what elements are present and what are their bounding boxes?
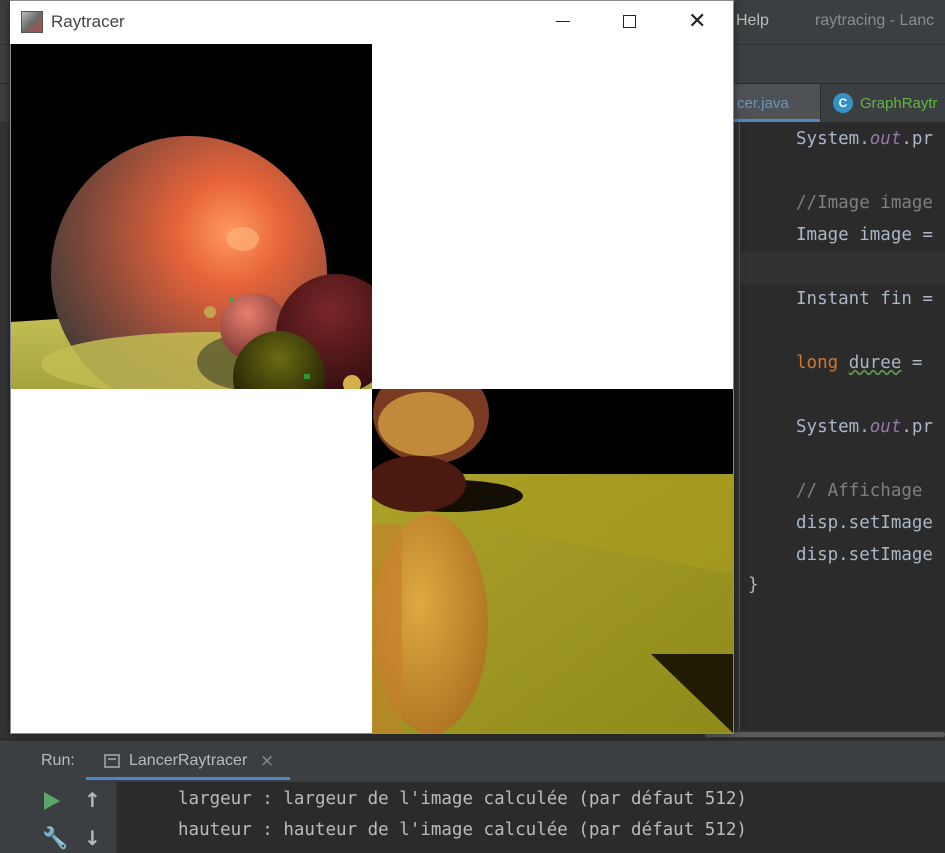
raytraced-image [11, 44, 733, 733]
close-icon[interactable]: × [260, 751, 274, 771]
console-line: largeur : largeur de l'image calculée (p… [178, 789, 747, 809]
wrench-icon[interactable]: 🔧 [42, 826, 68, 851]
maximize-icon[interactable] [623, 15, 636, 28]
code-line: long duree = [796, 353, 923, 373]
tab-label[interactable]: cer.java [737, 95, 789, 112]
current-line-highlight [740, 252, 945, 284]
code-editor[interactable]: System.out.pr //Image image Image image = I… [740, 122, 945, 737]
up-arrow-icon[interactable]: ↑ [84, 788, 101, 812]
code-line: // Affichage [796, 481, 923, 501]
java-app-icon [21, 11, 43, 33]
code-line: System.out.pr [796, 417, 933, 437]
console-icon [104, 754, 120, 768]
java-class-icon: C [833, 93, 853, 113]
menu-help[interactable]: Help [736, 12, 769, 30]
code-line: Image image = [796, 225, 933, 245]
down-arrow-icon[interactable]: ↓ [84, 826, 101, 850]
close-window-icon[interactable]: ✕ [688, 9, 706, 34]
code-line: disp.setImage [796, 545, 933, 565]
closing-brace: } [748, 575, 759, 595]
window-title: Raytracer [51, 12, 125, 31]
tab-graphraytracer[interactable]: GraphRaytr [860, 95, 938, 112]
minimize-icon[interactable] [556, 21, 570, 22]
play-icon[interactable] [44, 792, 60, 810]
editor-scrollbar-thumb[interactable] [705, 732, 945, 737]
code-line: //Image image [796, 193, 933, 213]
code-line: Instant fin = [796, 289, 933, 309]
code-line: disp.setImage [796, 513, 933, 533]
console-line: hauteur : hauteur de l'image calculée (p… [178, 820, 747, 840]
run-label: Run: [41, 752, 75, 769]
code-line: System.out.pr [796, 129, 933, 149]
tab-separator [820, 84, 821, 122]
run-tab-label[interactable]: LancerRaytracer [129, 752, 247, 770]
project-title: raytracing - Lanc [815, 12, 935, 29]
